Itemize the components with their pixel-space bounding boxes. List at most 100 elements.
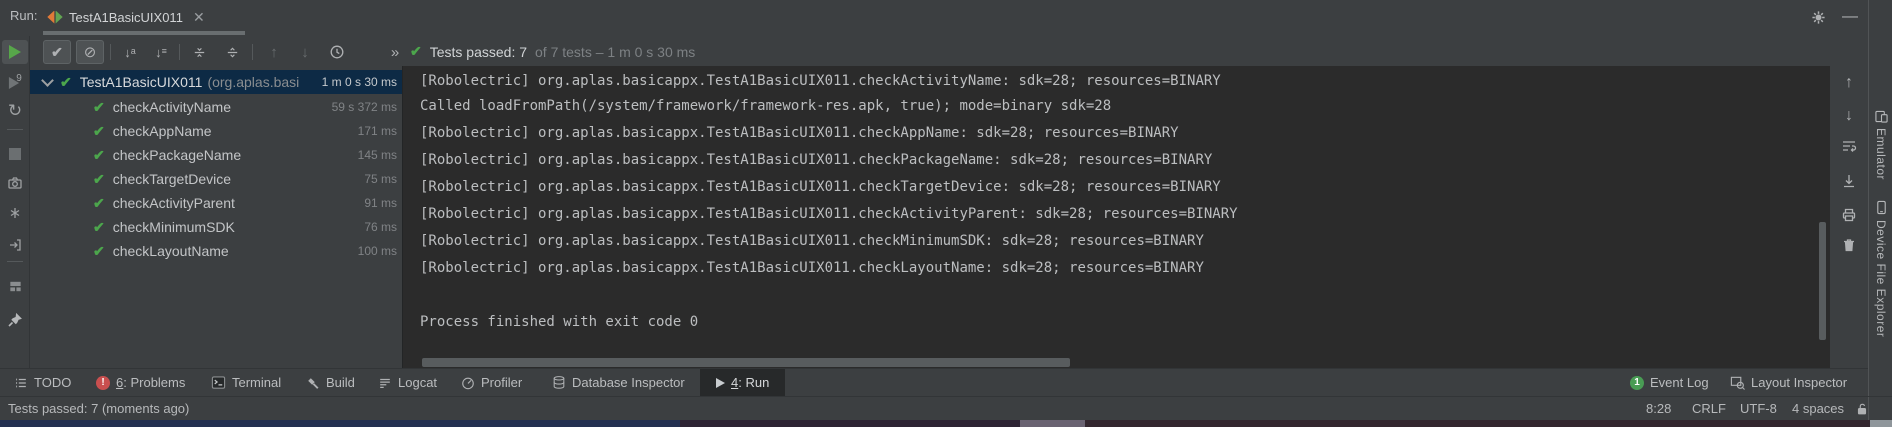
problems-error-icon: ! — [96, 376, 110, 390]
test-history-icon[interactable] — [323, 40, 351, 64]
next-occurrence-icon[interactable]: ↓ — [291, 40, 319, 64]
encoding-widget[interactable]: UTF-8 — [1740, 401, 1777, 416]
rerun-failed-tests-icon[interactable]: 9 — [2, 71, 28, 95]
show-passed-toggle[interactable]: ✔ — [43, 40, 71, 64]
sort-alphabetically-icon[interactable]: ↓a — [116, 40, 144, 64]
test-row[interactable]: ✔checkActivityParent91 ms — [30, 191, 402, 215]
test-passed-icon: ✔ — [93, 195, 105, 212]
collapse-all-icon[interactable] — [218, 40, 246, 64]
toolwindow-tab-terminal[interactable]: Terminal — [205, 369, 287, 396]
status-message[interactable]: Tests passed: 7 (moments ago) — [8, 401, 189, 416]
toolwindow-tab-build[interactable]: Build — [300, 369, 361, 396]
scroll-up-icon[interactable]: ↑ — [1839, 73, 1859, 93]
previous-occurrence-icon[interactable]: ↑ — [260, 40, 288, 64]
run-play-icon — [716, 378, 725, 388]
tests-passed-detail: of 7 tests – 1 m 0 s 30 ms — [535, 44, 695, 60]
toolwindow-tab-run[interactable]: 4: Run — [700, 369, 785, 396]
taskbar-segment — [680, 420, 1020, 427]
print-icon[interactable] — [1839, 205, 1859, 225]
console-line: [Robolectric] org.aplas.basicappx.TestA1… — [420, 68, 1847, 95]
console-line: Called loadFromPath(/system/framework/fr… — [420, 93, 1847, 120]
toolwindow-tab-logcat[interactable]: Logcat — [372, 369, 443, 396]
show-ignored-toggle[interactable]: ⊘ — [76, 40, 104, 64]
taskbar-segment — [1020, 420, 1085, 427]
run-window-title: Run: — [10, 8, 37, 23]
rerun-button[interactable] — [2, 40, 28, 64]
close-tab-icon[interactable]: ✕ — [193, 9, 205, 26]
console-line: [Robolectric] org.aplas.basicappx.TestA1… — [420, 120, 1847, 147]
test-name: checkMinimumSDK — [113, 219, 235, 235]
run-window-header: Run: TestA1BasicUIX011 ✕ — — [0, 0, 1868, 36]
run-console[interactable]: [Robolectric] org.aplas.basicappx.TestA1… — [402, 66, 1830, 368]
test-suite-row[interactable]: ✔ TestA1BasicUIX011 (org.aplas.basi 1 m … — [30, 70, 402, 94]
caret-position-widget[interactable]: 8:28 — [1646, 401, 1671, 416]
scroll-down-icon[interactable]: ↓ — [1839, 106, 1859, 126]
sort-by-duration-icon[interactable]: ↓≡ — [147, 40, 175, 64]
stripe-tab-device-file-explorer[interactable]: Device File Explorer — [1869, 200, 1892, 337]
toolwindow-tab-profiler[interactable]: Profiler — [455, 369, 528, 396]
test-row[interactable]: ✔checkLayoutName100 ms — [30, 239, 402, 263]
stop-button[interactable] — [2, 142, 28, 166]
tests-passed-check-icon: ✔ — [410, 43, 422, 60]
run-config-tab[interactable]: TestA1BasicUIX011 ✕ — [43, 4, 209, 30]
test-row[interactable]: ✔checkMinimumSDK76 ms — [30, 215, 402, 239]
taskbar-sliver — [0, 420, 1892, 427]
toolwindow-tab-todo[interactable]: TODO — [8, 369, 77, 396]
test-passed-icon: ✔ — [93, 123, 105, 140]
console-line: [Robolectric] org.aplas.basicappx.TestA1… — [420, 255, 1847, 282]
attach-debugger-icon[interactable] — [2, 201, 28, 225]
hide-tool-window-icon[interactable]: — — [1840, 7, 1860, 27]
device-icon — [1875, 200, 1888, 215]
suite-package: (org.aplas.basi — [207, 74, 299, 90]
console-line — [420, 282, 1847, 309]
toolwindow-tab-problems[interactable]: ! 6: Problems — [90, 369, 191, 396]
database-icon — [552, 375, 566, 390]
event-log-button[interactable]: 1 Event Log — [1624, 369, 1715, 396]
more-actions-chevron-icon[interactable]: » — [381, 40, 409, 64]
layout-inspector-button[interactable]: Layout Inspector — [1724, 369, 1853, 396]
console-line: [Robolectric] org.aplas.basicappx.TestA1… — [420, 147, 1847, 174]
event-log-count-badge: 1 — [1630, 376, 1644, 390]
console-line: [Robolectric] org.aplas.basicappx.TestA1… — [420, 201, 1847, 228]
test-name: checkTargetDevice — [113, 171, 231, 187]
thread-dump-camera-icon[interactable] — [2, 171, 28, 195]
test-duration: 145 ms — [358, 148, 397, 162]
toolwindow-tab-database-inspector[interactable]: Database Inspector — [546, 369, 691, 396]
vertical-scrollbar[interactable] — [1819, 222, 1826, 340]
chevron-down-icon[interactable] — [41, 74, 54, 87]
test-passed-icon: ✔ — [93, 99, 105, 116]
todo-list-icon — [14, 376, 28, 390]
horizontal-scrollbar[interactable] — [422, 358, 1070, 367]
android-test-config-icon — [47, 11, 63, 24]
suite-name: TestA1BasicUIX011 — [80, 74, 203, 90]
test-row[interactable]: ✔checkPackageName145 ms — [30, 143, 402, 167]
test-row[interactable]: ✔checkActivityName59 s 372 ms — [30, 95, 402, 119]
suite-duration: 1 m 0 s 30 ms — [322, 75, 397, 89]
stripe-tab-emulator[interactable]: Emulator — [1869, 110, 1892, 180]
expand-all-icon[interactable] — [185, 40, 213, 64]
active-tab-indicator — [43, 31, 245, 35]
lock-icon[interactable] — [1855, 402, 1869, 416]
test-row[interactable]: ✔checkAppName171 ms — [30, 119, 402, 143]
test-tree: ✔ TestA1BasicUIX011 (org.aplas.basi 1 m … — [30, 66, 402, 368]
test-row[interactable]: ✔checkTargetDevice75 ms — [30, 167, 402, 191]
test-summary: ✔ Tests passed: 7 of 7 tests – 1 m 0 s 3… — [410, 43, 695, 60]
test-name: checkLayoutName — [113, 243, 229, 259]
tool-window-bar: TODO ! 6: Problems Terminal Build Logcat — [0, 368, 1868, 396]
taskbar-segment — [1085, 420, 1870, 427]
toolbar-divider — [7, 261, 23, 262]
restore-layout-icon[interactable] — [2, 274, 28, 298]
console-line: Process finished with exit code 0 — [420, 309, 1847, 336]
pin-tab-icon[interactable] — [2, 308, 28, 332]
toggle-auto-test-icon[interactable]: ↻ — [2, 98, 28, 122]
exit-detach-icon[interactable] — [2, 233, 28, 257]
soft-wrap-icon[interactable] — [1839, 136, 1859, 156]
toolbar-divider — [252, 44, 253, 60]
test-passed-icon: ✔ — [93, 147, 105, 164]
clear-console-trash-icon[interactable] — [1839, 235, 1859, 255]
indent-widget[interactable]: 4 spaces — [1792, 401, 1844, 416]
stripe-label-device-file-explorer: Device File Explorer — [1874, 220, 1888, 337]
scroll-to-end-icon[interactable] — [1839, 171, 1859, 191]
settings-gear-icon[interactable] — [1808, 7, 1828, 27]
line-ending-widget[interactable]: CRLF — [1692, 401, 1726, 416]
